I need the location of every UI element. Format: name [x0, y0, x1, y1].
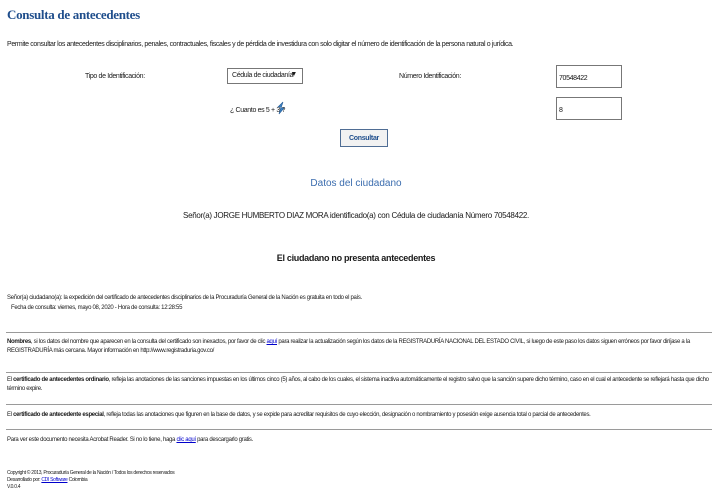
cdi-software-link[interactable]: CDI Software	[41, 477, 67, 483]
numero-identificacion-input[interactable]	[556, 65, 622, 88]
especial-bold: certificado de antecedente especial	[13, 412, 104, 418]
gratuity-notice: Señor(a) ciudadano(a): la expedición del…	[7, 295, 362, 301]
especial-info: El certificado de antecedente especial, …	[7, 411, 712, 420]
page-title: Consulta de antecedentes	[7, 7, 140, 22]
nombres-info: Nombres, si los datos del nombre que apa…	[7, 338, 712, 355]
ordinario-info: El certificado de antecedentes ordinario…	[7, 376, 712, 393]
nombres-text: , si los datos del nombre que aparecen e…	[30, 339, 267, 345]
divider	[6, 332, 712, 333]
nombres-aqui-link[interactable]: aquí	[267, 339, 278, 345]
refresh-captcha-icon[interactable]	[276, 101, 286, 115]
acrobat-download-link[interactable]: clic aquí	[176, 437, 196, 443]
divider	[6, 404, 712, 405]
citizen-identification-line: Señor(a) JORGE HUMBERTO DIAZ MORA identi…	[183, 211, 529, 220]
page-description: Permite consultar los antecedentes disci…	[7, 41, 514, 48]
developed-by-prefix: Desarrollado por:	[7, 477, 42, 483]
acrobat-info: Para ver este documento necesita Acrobat…	[7, 436, 712, 445]
acrobat-text-end: para descargarlo gratis.	[195, 437, 253, 443]
acrobat-text: Para ver este documento necesita Acrobat…	[7, 437, 177, 443]
version: V.0.0.4	[7, 484, 21, 490]
developed-by: Desarrollado por: CDI Software Colombia	[7, 477, 88, 483]
especial-text: , refleja todas las anotaciones que figu…	[103, 412, 591, 418]
dropdown-arrow-icon: ▼	[290, 71, 297, 78]
copyright: Copyright © 2013, Procuraduría General d…	[7, 470, 175, 476]
numero-identificacion-label: Número Identificación:	[399, 73, 461, 80]
consultation-datetime: Fecha de consulta: viernes, mayo 08, 202…	[11, 305, 183, 311]
divider	[6, 429, 712, 430]
nombres-bold: Nombres	[7, 339, 31, 345]
ordinario-text: , refleja las anotaciones de las sancion…	[7, 377, 709, 392]
developed-by-country: Colombia	[67, 477, 88, 483]
ordinario-bold: certificado de antecedentes ordinario	[13, 377, 109, 383]
tipo-identificacion-value: Cédula de ciudadanía	[232, 72, 294, 79]
tipo-identificacion-select[interactable]: Cédula de ciudadanía ▼	[227, 68, 303, 84]
captcha-answer-input[interactable]	[556, 97, 622, 120]
antecedentes-status: El ciudadano no presenta antecedentes	[276, 253, 436, 263]
divider	[6, 372, 712, 373]
consultar-button[interactable]: Consultar	[340, 129, 388, 147]
datos-ciudadano-title: Datos del ciudadano	[310, 178, 402, 189]
tipo-identificacion-label: Tipo de Identificación:	[85, 73, 145, 80]
